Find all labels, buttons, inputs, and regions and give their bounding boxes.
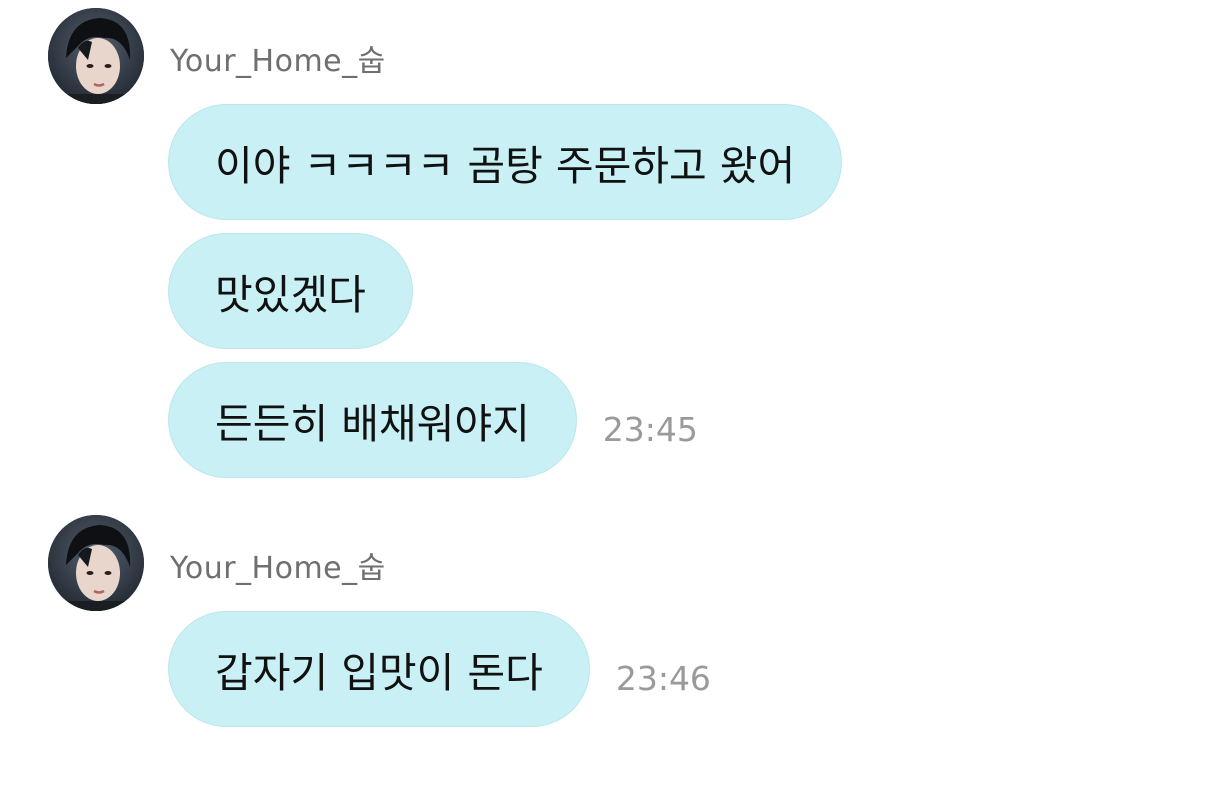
- chat-thread: Your_Home_숩 이야 ㅋㅋㅋㅋ 곰탕 주문하고 왔어 맛있겠다 든든히 …: [0, 0, 1206, 788]
- avatar-photo-icon: [48, 515, 144, 611]
- message-bubble[interactable]: 이야 ㅋㅋㅋㅋ 곰탕 주문하고 왔어: [168, 104, 843, 220]
- message-row: 이야 ㅋㅋㅋㅋ 곰탕 주문하고 왔어: [168, 103, 843, 221]
- message-timestamp: 23:45: [602, 409, 698, 449]
- sender-name: Your_Home_숩: [170, 551, 386, 586]
- message-row: 맛있겠다: [168, 232, 413, 350]
- message-row: 갑자기 입맛이 돈다 23:46: [168, 610, 711, 728]
- message-bubble[interactable]: 맛있겠다: [168, 233, 413, 349]
- message-bubble[interactable]: 든든히 배채워야지: [168, 362, 577, 478]
- message-bubble[interactable]: 갑자기 입맛이 돈다: [168, 611, 590, 727]
- sender-avatar[interactable]: [48, 8, 144, 104]
- avatar-photo-icon: [48, 8, 144, 104]
- sender-avatar[interactable]: [48, 515, 144, 611]
- message-row: 든든히 배채워야지 23:45: [168, 361, 698, 479]
- sender-name: Your_Home_숩: [170, 44, 386, 79]
- message-timestamp: 23:46: [615, 658, 711, 698]
